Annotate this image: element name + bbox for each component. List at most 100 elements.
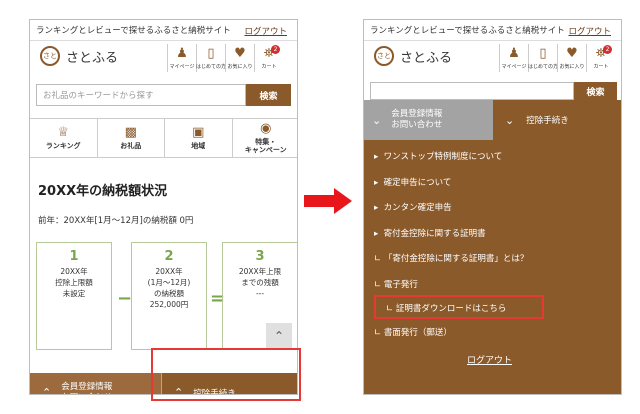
menu-item-label: 「寄付金控除に関する証明書」とは？ bbox=[383, 254, 529, 264]
medal-icon: ◉ bbox=[260, 121, 272, 136]
person-icon: ♟ bbox=[176, 46, 188, 61]
step-number: 2 bbox=[164, 249, 174, 264]
member-info-tab[interactable]: ⌄ 会員登録情報 お問い合わせ bbox=[364, 100, 493, 140]
tagline: ランキングとレビューで探せるふるさと納税サイト bbox=[36, 26, 231, 36]
top-bar: ランキングとレビューで探せるふるさと納税サイト ログアウト bbox=[30, 20, 297, 41]
menu-item-label: 電子発行 bbox=[383, 280, 418, 290]
menu-item-paper[interactable]: ∟ 書面発行（郵送） bbox=[374, 326, 452, 338]
step-number: 1 bbox=[69, 249, 79, 264]
search-input[interactable] bbox=[370, 82, 574, 100]
nav-label: マイページ bbox=[169, 64, 195, 70]
cart-badge: 2 bbox=[271, 45, 280, 54]
tab-label: 会員登録情報 お問い合わせ bbox=[391, 109, 443, 130]
nav-beginner[interactable]: ▯ はじめての方 bbox=[196, 44, 227, 72]
search-bar: 検索 bbox=[370, 82, 617, 100]
nav-label: お気に入り bbox=[559, 64, 585, 70]
category-label: 特集・ キャンペーン bbox=[244, 138, 287, 154]
menu-item-electronic: ∟ 電子発行 bbox=[374, 280, 418, 290]
menu-item-tax-return[interactable]: ▸ 確定申告について bbox=[374, 176, 451, 188]
logo-mark: さと bbox=[374, 46, 394, 66]
right-screen: ランキングとレビューで探せるふるさと納税サイト ログアウト さと さとふる ♟ … bbox=[363, 19, 622, 395]
category-campaign[interactable]: ◉ 特集・ キャンペーン bbox=[233, 119, 298, 157]
nav-beginner[interactable]: ▯ はじめての方 bbox=[528, 44, 559, 72]
menu-tabs: ⌄ 会員登録情報 お問い合わせ ⌄ 控除手続き bbox=[364, 100, 621, 140]
chevron-down-icon: ⌄ bbox=[372, 113, 382, 127]
logout-link[interactable]: ログアウト bbox=[244, 25, 287, 37]
heart-icon: ♥ bbox=[566, 46, 578, 61]
category-ranking[interactable]: ♕ ランキング bbox=[30, 119, 98, 157]
menu-item-onestop[interactable]: ▸ ワンストップ特例制度について bbox=[374, 150, 502, 162]
menu-item-label: ワンストップ特例制度について bbox=[383, 152, 503, 162]
step-text: 20XX年 (1月〜12月) の納税額 252,000円 bbox=[147, 267, 191, 309]
top-bar: ランキングとレビューで探せるふるさと納税サイト ログアウト bbox=[364, 20, 621, 41]
nav-label: カート bbox=[593, 64, 609, 70]
menu-item-label: カンタン確定申告 bbox=[383, 203, 452, 213]
nav-mypage[interactable]: ♟ マイページ bbox=[499, 44, 528, 72]
procedure-tab[interactable]: ⌄ 控除手続き bbox=[493, 100, 621, 140]
step-text: 20XX年上限 までの残額 --- bbox=[238, 267, 282, 298]
site-logo[interactable]: さと さとふる bbox=[40, 46, 118, 66]
crown-icon: ♕ bbox=[57, 125, 70, 140]
step-box-2: 2 20XX年 (1月〜12月) の納税額 252,000円 bbox=[131, 242, 207, 350]
menu-item-label: 書面発行（郵送） bbox=[383, 328, 452, 338]
gift-icon: ▩ bbox=[124, 125, 137, 140]
category-region[interactable]: ▣ 地域 bbox=[165, 119, 233, 157]
left-screen: ランキングとレビューで探せるふるさと納税サイト ログアウト さと さとふる ♟ … bbox=[29, 19, 298, 395]
category-label: お礼品 bbox=[120, 142, 142, 150]
highlight-frame bbox=[151, 348, 301, 401]
site-logo[interactable]: さと さとふる bbox=[374, 46, 452, 66]
nav-cart[interactable]: ⛯ 2 カート bbox=[254, 44, 283, 72]
nav-label: はじめての方 bbox=[196, 64, 227, 70]
arrow-right-icon bbox=[304, 188, 352, 214]
previous-year-amount: 前年：20XX年[1月〜12月]の納税額 0円 bbox=[38, 216, 194, 226]
book-icon: ▯ bbox=[539, 46, 547, 61]
step-box-1: 1 20XX年 控除上限額 未設定 bbox=[36, 242, 112, 350]
nav-favorites[interactable]: ♥ お気に入り bbox=[225, 44, 254, 72]
nav-label: マイページ bbox=[501, 64, 527, 70]
search-input[interactable]: お礼品のキーワードから探す bbox=[36, 84, 246, 106]
heart-icon: ♥ bbox=[234, 46, 246, 61]
member-info-tab[interactable]: ⌃ 会員登録情報 お問い合わせ bbox=[30, 373, 161, 395]
nav-label: お気に入り bbox=[227, 64, 253, 70]
person-icon: ♟ bbox=[508, 46, 520, 61]
minus-sign: − bbox=[117, 288, 133, 309]
tagline: ランキングとレビューで探せるふるさと納税サイト bbox=[370, 26, 565, 36]
menu-logout-link[interactable]: ログアウト bbox=[467, 353, 512, 366]
highlight-frame bbox=[374, 295, 544, 319]
logout-link[interactable]: ログアウト bbox=[568, 25, 611, 37]
logo-mark: さと bbox=[40, 46, 60, 66]
book-icon: ▯ bbox=[207, 46, 215, 61]
nav-mypage[interactable]: ♟ マイページ bbox=[167, 44, 196, 72]
nav-label: カート bbox=[261, 64, 277, 70]
step-text: 20XX年 控除上限額 未設定 bbox=[55, 267, 93, 298]
chevron-up-icon: ⌃ bbox=[273, 329, 285, 343]
chevron-up-icon: ⌃ bbox=[42, 386, 52, 395]
menu-item-label: 寄付金控除に関する証明書 bbox=[383, 229, 486, 239]
search-button[interactable]: 検索 bbox=[246, 84, 291, 106]
nav-label: はじめての方 bbox=[528, 64, 559, 70]
logo-text: さとふる bbox=[66, 50, 119, 66]
menu-item-certificate[interactable]: ▸ 寄付金控除に関する証明書 bbox=[374, 227, 486, 239]
header-nav: ♟ マイページ ▯ はじめての方 ♥ お気に入り ⛯ 2 カート bbox=[167, 44, 283, 72]
category-label: ランキング bbox=[45, 142, 81, 150]
menu-item-certificate-about[interactable]: ∟ 「寄付金控除に関する証明書」とは？ bbox=[374, 252, 528, 264]
tab-label: 会員登録情報 お問い合わせ bbox=[61, 381, 113, 395]
search-button[interactable]: 検索 bbox=[574, 82, 617, 100]
nav-favorites[interactable]: ♥ お気に入り bbox=[557, 44, 586, 72]
chevron-down-icon: ⌄ bbox=[505, 113, 515, 127]
menu-item-label: 確定申告について bbox=[383, 178, 452, 188]
page-title: 20XX年の納税額状況 bbox=[38, 184, 168, 199]
nav-cart[interactable]: ⛯ 2 カート bbox=[586, 44, 615, 72]
tab-label: 控除手続き bbox=[526, 116, 569, 126]
scroll-to-top-button[interactable]: ⌃ bbox=[266, 323, 292, 349]
logo-text: さとふる bbox=[400, 50, 453, 66]
cart-badge: 2 bbox=[603, 45, 612, 54]
procedure-menu bbox=[364, 100, 621, 394]
menu-item-easy-return[interactable]: ▸ カンタン確定申告 bbox=[374, 201, 452, 213]
category-gifts[interactable]: ▩ お礼品 bbox=[98, 119, 165, 157]
category-label: 地域 bbox=[191, 142, 206, 150]
region-icon: ▣ bbox=[192, 125, 205, 140]
header-nav: ♟ マイページ ▯ はじめての方 ♥ お気に入り ⛯ 2 カート bbox=[499, 44, 615, 72]
search-bar: お礼品のキーワードから探す 検索 bbox=[36, 84, 291, 106]
step-number: 3 bbox=[255, 249, 265, 264]
